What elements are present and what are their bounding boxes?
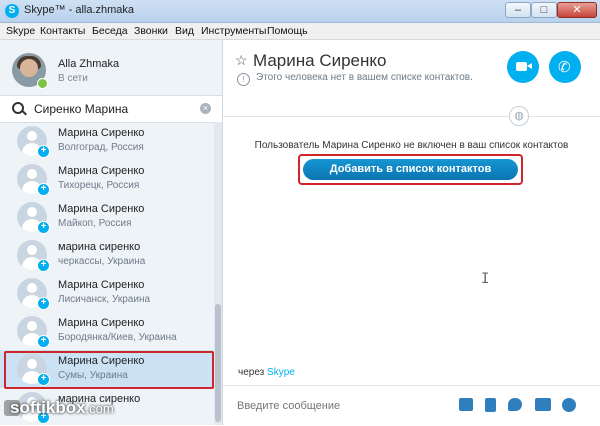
add-to-contacts-button[interactable]: Добавить в список контактов <box>303 159 518 180</box>
send-file-icon[interactable] <box>485 398 496 412</box>
send-contacts-icon[interactable] <box>535 398 551 411</box>
contact-name: Марина Сиренко <box>58 355 145 367</box>
contact-name: Марина Сиренко <box>58 165 145 177</box>
contact-name: марина сиренко <box>58 241 141 253</box>
maximize-button[interactable]: □ <box>531 2 557 18</box>
contact-location: Тихорецк, Россия <box>58 180 140 191</box>
search-bar: × <box>0 95 222 123</box>
watermark-brand: softikbox <box>10 398 86 417</box>
watermark-domain: .com <box>85 401 114 416</box>
info-icon: ! <box>237 73 250 86</box>
contact-item[interactable]: + Марина Сиренко Тихорецк, Россия <box>0 160 214 198</box>
add-contact-icon: + <box>37 183 50 196</box>
contact-location: черкассы, Украина <box>58 256 146 267</box>
contact-location: Сумы, Украина <box>58 370 128 381</box>
contact-location: Майкоп, Россия <box>58 218 132 229</box>
add-contact-icon: + <box>37 297 50 310</box>
search-input[interactable] <box>32 99 196 119</box>
contact-location: Лисичанск, Украина <box>58 294 151 305</box>
add-button-highlight: Добавить в список контактов <box>298 154 523 185</box>
favorite-star-icon[interactable]: ☆ <box>235 52 248 69</box>
skype-logo-icon: S <box>5 4 19 18</box>
menu-conversation[interactable]: Беседа <box>92 25 128 37</box>
menu-bar: Skype Контакты Беседа Звонки Вид Инструм… <box>0 23 600 40</box>
profile-status[interactable]: В сети <box>58 73 88 84</box>
title-bar: S Skype™ - alla.zhmaka – □ ✕ <box>0 0 600 23</box>
message-input[interactable] <box>235 396 449 416</box>
contact-list-scrollbar[interactable] <box>214 122 222 425</box>
video-camera-icon <box>516 62 532 71</box>
not-in-contacts-notice: Пользователь Марина Сиренко не включен в… <box>254 140 569 151</box>
conversation-title: Марина Сиренко <box>253 51 387 70</box>
phone-icon: ✆ <box>558 59 571 76</box>
menu-calls[interactable]: Звонки <box>134 25 168 37</box>
close-button[interactable]: ✕ <box>557 2 597 18</box>
profile-name[interactable]: Alla Zhmaka <box>58 58 119 70</box>
text-cursor-icon: I <box>481 271 490 287</box>
emoticon-icon[interactable] <box>562 398 576 412</box>
globe-icon: ◍ <box>509 106 529 126</box>
add-contact-icon: + <box>37 259 50 272</box>
via-prefix: через <box>238 367 265 378</box>
header-divider <box>223 116 600 117</box>
contact-item[interactable]: + Марина Сиренко Бородянка/Киев, Украина <box>0 312 214 350</box>
contact-item[interactable]: + Марина Сиренко Майкоп, Россия <box>0 198 214 236</box>
online-status-icon <box>37 78 48 89</box>
contact-location: Бородянка/Киев, Украина <box>58 332 177 343</box>
minimize-button[interactable]: – <box>505 2 531 18</box>
menu-skype[interactable]: Skype <box>6 25 35 37</box>
contact-item[interactable]: + Марина Сиренко Волгоград, Россия <box>0 122 214 160</box>
contact-list: + Марина Сиренко Волгоград, Россия + Мар… <box>0 122 214 425</box>
menu-tools[interactable]: Инструменты <box>201 25 266 37</box>
clear-search-icon[interactable]: × <box>200 103 211 114</box>
message-composer <box>223 385 600 426</box>
video-call-button[interactable] <box>507 51 539 83</box>
contact-name: Марина Сиренко <box>58 127 145 139</box>
sidebar: Alla Zhmaka В сети × + Марина Сиренко Во… <box>0 40 223 425</box>
add-contact-icon: + <box>37 373 50 386</box>
add-contact-icon: + <box>37 221 50 234</box>
send-image-icon[interactable] <box>459 398 473 411</box>
not-in-contacts-text: Этого человека нет в вашем списке контак… <box>256 72 473 83</box>
add-contact-icon: + <box>37 145 50 158</box>
menu-view[interactable]: Вид <box>175 25 194 37</box>
via-service-link[interactable]: Skype <box>267 367 295 378</box>
contact-location: Волгоград, Россия <box>58 142 144 153</box>
conversation-header: ☆ Марина Сиренко ! Этого человека нет в … <box>223 40 600 102</box>
contact-name: Марина Сиренко <box>58 317 145 329</box>
contact-item-selected[interactable]: + Марина Сиренко Сумы, Украина <box>0 350 214 389</box>
window-title: Skype™ - alla.zhmaka <box>24 4 135 16</box>
audio-call-button[interactable]: ✆ <box>549 51 581 83</box>
add-contact-icon: + <box>37 335 50 348</box>
menu-help[interactable]: Помощь <box>267 25 308 37</box>
contact-name: Марина Сиренко <box>58 279 145 291</box>
scrollbar-thumb[interactable] <box>215 304 221 422</box>
watermark: softikbox.com <box>10 398 114 418</box>
contact-name: Марина Сиренко <box>58 203 145 215</box>
via-label: через Skype <box>238 367 295 378</box>
video-message-icon[interactable] <box>508 398 522 411</box>
conversation-pane: ☆ Марина Сиренко ! Этого человека нет в … <box>223 40 600 425</box>
search-icon <box>12 102 24 114</box>
menu-contacts[interactable]: Контакты <box>40 25 85 37</box>
contact-item[interactable]: + марина сиренко черкассы, Украина <box>0 236 214 274</box>
contact-item[interactable]: + Марина Сиренко Лисичанск, Украина <box>0 274 214 312</box>
